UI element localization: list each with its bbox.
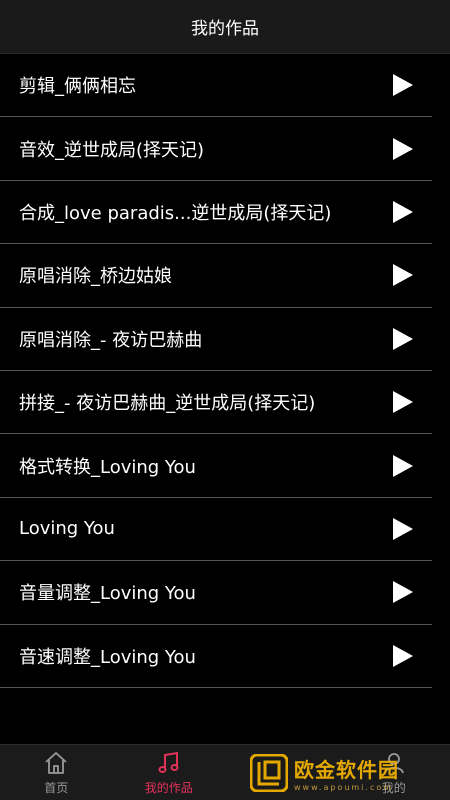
play-icon[interactable] (392, 137, 414, 161)
work-title: 原唱消除_桥边姑娘 (19, 266, 172, 288)
tab-label: 首页 (44, 781, 69, 795)
watermark-url: www.apoumi.com (294, 783, 394, 792)
list-item[interactable]: 格式转换_Loving You (0, 434, 432, 498)
top-app-bar: 我的作品 (0, 0, 450, 54)
work-title: 拼接_- 夜访巴赫曲_逆世成局(择天记) (19, 393, 316, 415)
tab-my-works[interactable]: 我的作品 (113, 745, 226, 800)
play-icon[interactable] (392, 454, 414, 478)
tab-label: 我的作品 (144, 781, 193, 795)
play-icon[interactable] (392, 263, 414, 287)
list-item[interactable]: 拼接_- 夜访巴赫曲_逆世成局(择天记) (0, 371, 432, 435)
work-title: 音效_逆世成局(择天记) (19, 139, 205, 161)
play-icon[interactable] (392, 644, 414, 668)
play-icon[interactable] (392, 517, 414, 541)
list-item[interactable]: 原唱消除_桥边姑娘 (0, 244, 432, 308)
tab-home[interactable]: 首页 (0, 745, 113, 800)
watermark-logo: 欧金软件园 www.apoumi.com (250, 752, 442, 794)
list-item[interactable]: 音速调整_Loving You (0, 625, 432, 688)
list-item[interactable]: Loving You (0, 498, 432, 562)
play-icon[interactable] (392, 200, 414, 224)
watermark-text: 欧金软件园 (294, 758, 399, 782)
work-title: 音量调整_Loving You (19, 583, 196, 605)
list-item[interactable]: 音量调整_Loving You (0, 561, 432, 625)
work-title: 格式转换_Loving You (19, 456, 196, 478)
watermark-logo-icon (250, 754, 288, 792)
list-item[interactable]: 剪辑_俩俩相忘 (0, 54, 432, 118)
music-note-icon (155, 749, 183, 777)
work-title: 剪辑_俩俩相忘 (19, 76, 136, 98)
list-item[interactable]: 合成_love paradis...逆世成局(择天记) (0, 181, 432, 245)
play-icon[interactable] (392, 73, 414, 97)
list-item[interactable]: 音效_逆世成局(择天记) (0, 117, 432, 181)
work-title: 音速调整_Loving You (19, 646, 196, 668)
play-icon[interactable] (392, 580, 414, 604)
work-title: 合成_love paradis...逆世成局(择天记) (19, 202, 332, 224)
page-title: 我的作品 (191, 19, 259, 39)
works-list: 剪辑_俩俩相忘 音效_逆世成局(择天记) 合成_love paradis...逆… (0, 54, 450, 688)
play-icon[interactable] (392, 390, 414, 414)
list-item[interactable]: 原唱消除_- 夜访巴赫曲 (0, 308, 432, 371)
work-title: Loving You (19, 518, 115, 540)
home-icon (42, 749, 70, 777)
play-icon[interactable] (392, 327, 414, 351)
work-title: 原唱消除_- 夜访巴赫曲 (19, 329, 203, 351)
